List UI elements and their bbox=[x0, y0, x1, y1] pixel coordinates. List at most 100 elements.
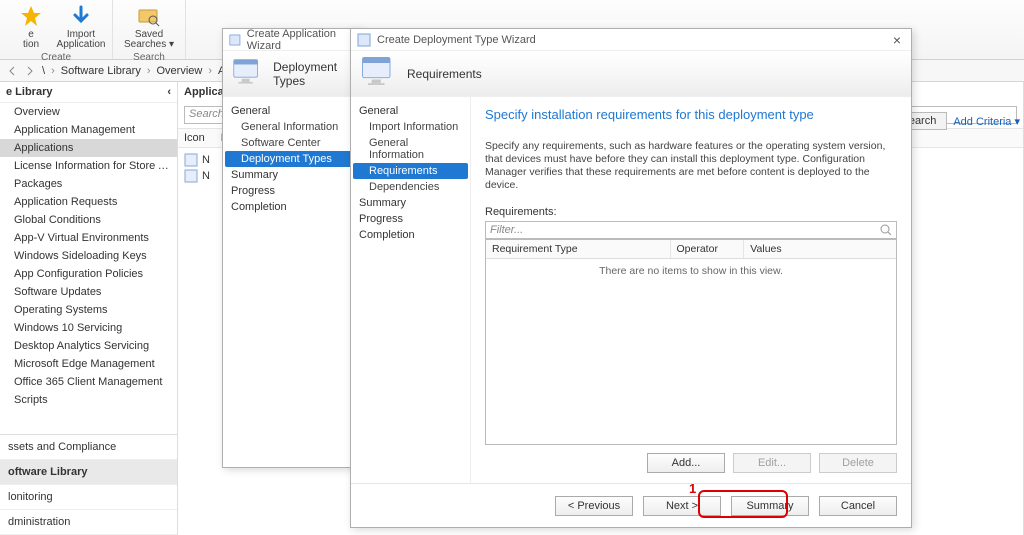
wizard-main: Specify installation requirements for th… bbox=[471, 97, 911, 483]
breadcrumb-sep: › bbox=[51, 65, 55, 77]
close-button[interactable]: × bbox=[889, 32, 905, 48]
nav-tree: e Library ‹ Overview Application Managem… bbox=[0, 82, 178, 535]
col-operator[interactable]: Operator bbox=[671, 240, 745, 258]
grid-header: Requirement Type Operator Values bbox=[486, 240, 896, 259]
tree-node-win10-servicing[interactable]: Windows 10 Servicing bbox=[0, 319, 177, 337]
edit-button: Edit... bbox=[733, 453, 811, 473]
monitor-icon bbox=[357, 52, 401, 96]
nav-group: General bbox=[351, 103, 470, 119]
col-icon[interactable]: Icon bbox=[184, 132, 205, 144]
wizard-description: Specify any requirements, such as hardwa… bbox=[485, 140, 897, 192]
wizard-create-deployment-type: Create Deployment Type Wizard × Requirem… bbox=[350, 28, 912, 528]
tree-node-office365[interactable]: Office 365 Client Management bbox=[0, 373, 177, 391]
tree-node-desktop-analytics[interactable]: Desktop Analytics Servicing bbox=[0, 337, 177, 355]
requirements-grid: Requirement Type Operator Values There a… bbox=[485, 239, 897, 445]
app-icon bbox=[184, 169, 198, 183]
ribbon-group-label: Create bbox=[41, 52, 71, 63]
tree-node-applications[interactable]: Applications bbox=[0, 139, 177, 157]
tree-node-app-requests[interactable]: Application Requests bbox=[0, 193, 177, 211]
filter-input[interactable]: Filter... bbox=[485, 221, 897, 239]
list-row-text: N bbox=[202, 154, 210, 166]
cancel-button[interactable]: Cancel bbox=[819, 496, 897, 516]
breadcrumb-item[interactable]: Software Library bbox=[61, 65, 141, 77]
ribbon-btn-label: Application bbox=[57, 40, 106, 50]
tree-node-scripts[interactable]: Scripts bbox=[0, 391, 177, 409]
back-icon[interactable] bbox=[6, 65, 18, 77]
arrow-down-icon bbox=[69, 4, 93, 28]
tree-node-global-conditions[interactable]: Global Conditions bbox=[0, 211, 177, 229]
nav-item-dependencies[interactable]: Dependencies bbox=[351, 179, 470, 195]
tree-node-license-info[interactable]: License Information for Store Apps bbox=[0, 157, 177, 175]
tree-node-config-policies[interactable]: App Configuration Policies bbox=[0, 265, 177, 283]
tree-node-edge-management[interactable]: Microsoft Edge Management bbox=[0, 355, 177, 373]
wizard-nav: General Import Information General Infor… bbox=[351, 97, 471, 483]
create-application-button[interactable]: e tion bbox=[8, 2, 54, 52]
wizard-header: Requirements bbox=[351, 51, 911, 97]
nav-item-requirements[interactable]: Requirements bbox=[353, 163, 468, 179]
nav-item-import-info[interactable]: Import Information bbox=[351, 119, 470, 135]
wunderbar-assets[interactable]: ssets and Compliance bbox=[0, 435, 177, 460]
nav-item-summary[interactable]: Summary bbox=[223, 167, 358, 183]
wizard-section-title: Requirements bbox=[407, 67, 482, 81]
breadcrumb-item[interactable]: Overview bbox=[157, 65, 203, 77]
wizard-title: Create Application Wizard bbox=[247, 28, 353, 52]
annotation-1: 1 bbox=[689, 481, 696, 496]
wizard-icon bbox=[357, 33, 371, 47]
grid-empty-text: There are no items to show in this view. bbox=[486, 259, 896, 444]
chevron-left-icon[interactable]: ‹ bbox=[167, 86, 171, 98]
wizard-footer: < Previous Next > Summary Cancel 1 bbox=[351, 483, 911, 527]
annotation-highlight bbox=[698, 490, 788, 518]
breadcrumb-sep: › bbox=[208, 65, 212, 77]
wunderbar-administration[interactable]: dministration bbox=[0, 510, 177, 535]
nav-item-completion[interactable]: Completion bbox=[223, 199, 358, 215]
tree-node-overview[interactable]: Overview bbox=[0, 103, 177, 121]
wizard-titlebar[interactable]: Create Application Wizard bbox=[223, 29, 359, 51]
tree-node-app-management[interactable]: Application Management bbox=[0, 121, 177, 139]
nav-item-general-info[interactable]: General Information bbox=[351, 135, 470, 163]
wizard-nav: General General Information Software Cen… bbox=[223, 97, 359, 467]
nav-item-general-info[interactable]: General Information bbox=[223, 119, 358, 135]
saved-searches-button[interactable]: Saved Searches ▾ bbox=[121, 2, 177, 52]
nav-item-deployment-types[interactable]: Deployment Types bbox=[225, 151, 356, 167]
wunderbar-software-library[interactable]: oftware Library bbox=[0, 460, 177, 485]
wizard-section-title: Deployment Types bbox=[273, 60, 359, 88]
nav-item-software-center[interactable]: Software Center bbox=[223, 135, 358, 151]
tree-node-packages[interactable]: Packages bbox=[0, 175, 177, 193]
requirements-label: Requirements: bbox=[485, 206, 897, 218]
tree-node-sideloading[interactable]: Windows Sideloading Keys bbox=[0, 247, 177, 265]
search-icon bbox=[880, 224, 892, 236]
wizard-heading: Specify installation requirements for th… bbox=[485, 107, 897, 122]
ribbon-btn-label: tion bbox=[23, 40, 39, 50]
wizard-header: Deployment Types bbox=[223, 51, 359, 97]
import-application-button[interactable]: Import Application bbox=[58, 2, 104, 52]
filter-placeholder: Filter... bbox=[490, 224, 523, 236]
add-criteria-link[interactable]: Add Criteria ▾ bbox=[953, 115, 1020, 128]
star-icon bbox=[19, 4, 43, 28]
breadcrumb-item[interactable]: \ bbox=[42, 65, 45, 77]
ribbon-group-label: Search bbox=[133, 52, 165, 63]
add-button[interactable]: Add... bbox=[647, 453, 725, 473]
nav-group: General bbox=[223, 103, 358, 119]
tree-node-operating-systems[interactable]: Operating Systems bbox=[0, 301, 177, 319]
wizard-icon bbox=[229, 33, 241, 47]
nav-item-progress[interactable]: Progress bbox=[351, 211, 470, 227]
wunderbar: ssets and Compliance oftware Library lon… bbox=[0, 434, 177, 535]
nav-item-progress[interactable]: Progress bbox=[223, 183, 358, 199]
delete-button: Delete bbox=[819, 453, 897, 473]
nav-tree-header: e Library ‹ bbox=[0, 82, 177, 103]
nav-item-completion[interactable]: Completion bbox=[351, 227, 470, 243]
forward-icon[interactable] bbox=[24, 65, 36, 77]
col-requirement-type[interactable]: Requirement Type bbox=[486, 240, 671, 258]
ribbon-group-create: e tion Import Application Create bbox=[0, 0, 113, 59]
wizard-title: Create Deployment Type Wizard bbox=[377, 34, 536, 46]
tree-node-appv[interactable]: App-V Virtual Environments bbox=[0, 229, 177, 247]
nav-item-summary[interactable]: Summary bbox=[351, 195, 470, 211]
folder-search-icon bbox=[137, 4, 161, 28]
list-row-text: N bbox=[202, 170, 210, 182]
previous-button[interactable]: < Previous bbox=[555, 496, 633, 516]
tree-node-software-updates[interactable]: Software Updates bbox=[0, 283, 177, 301]
wizard-titlebar[interactable]: Create Deployment Type Wizard × bbox=[351, 29, 911, 51]
breadcrumb-sep: › bbox=[147, 65, 151, 77]
col-values[interactable]: Values bbox=[744, 240, 896, 258]
wunderbar-monitoring[interactable]: lonitoring bbox=[0, 485, 177, 510]
